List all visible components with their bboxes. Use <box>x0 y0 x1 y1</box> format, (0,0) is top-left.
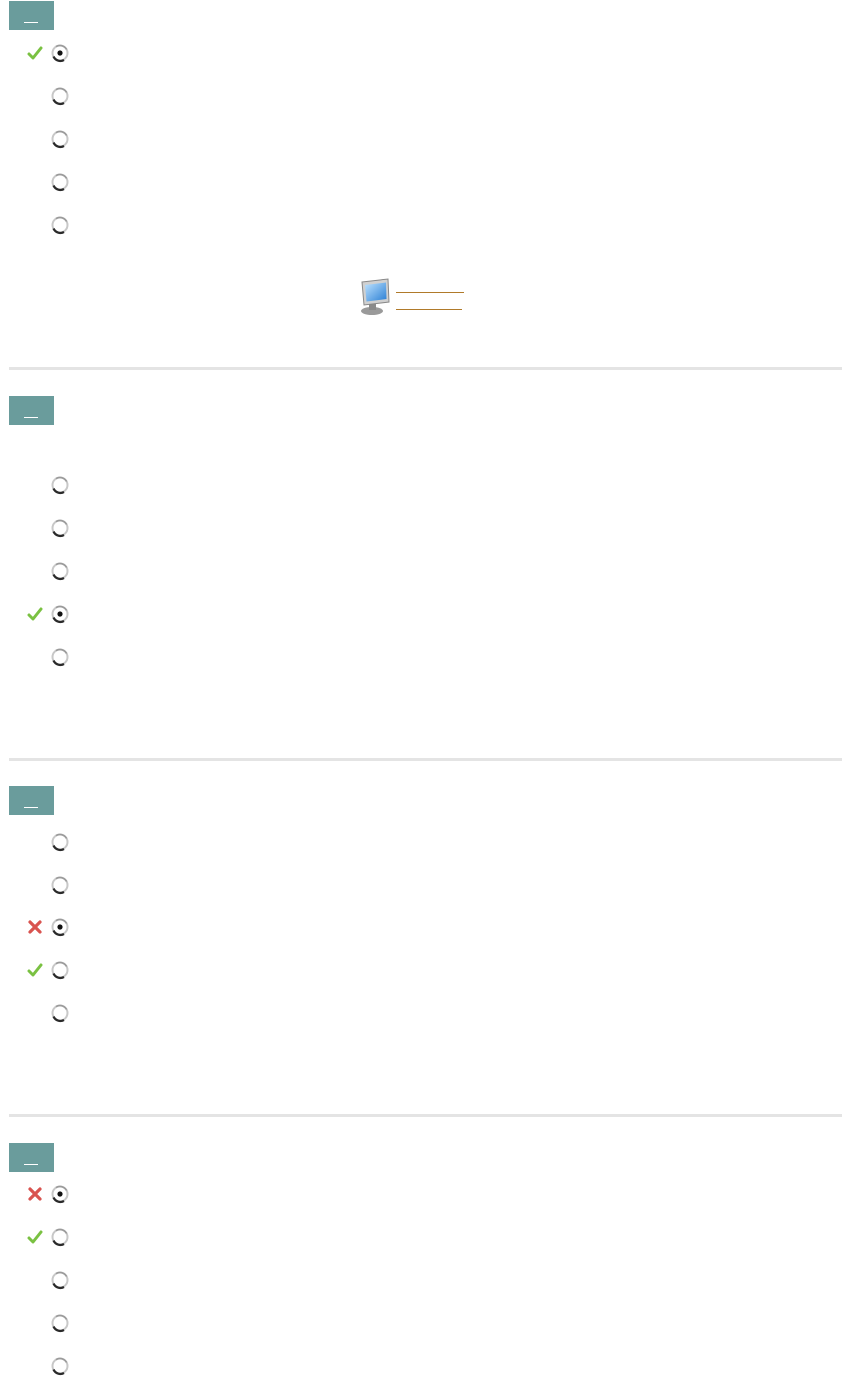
radio-selected[interactable] <box>50 917 72 939</box>
answer-option[interactable] <box>0 1313 851 1343</box>
answer-option[interactable] <box>0 215 851 245</box>
check-icon <box>27 962 43 978</box>
monitor-icon <box>361 278 390 315</box>
answer-option[interactable] <box>0 917 851 947</box>
radio-unselected[interactable] <box>50 647 72 669</box>
question-number <box>24 807 38 808</box>
answer-option[interactable] <box>0 1227 851 1257</box>
radio-unselected[interactable] <box>50 1270 72 1292</box>
radio-selected[interactable] <box>50 604 72 626</box>
answer-option[interactable] <box>0 518 851 548</box>
answer-option[interactable] <box>0 1270 851 1300</box>
question-number <box>24 1164 38 1165</box>
answer-option[interactable] <box>0 960 851 990</box>
answer-option[interactable] <box>0 172 851 202</box>
question-number-badge <box>9 786 54 815</box>
radio-unselected[interactable] <box>50 1313 72 1335</box>
question-number-badge <box>9 1 54 30</box>
check-icon <box>27 45 43 61</box>
question-number <box>24 22 38 23</box>
question-divider <box>9 758 842 761</box>
help-link-line-1[interactable] <box>396 292 464 293</box>
help-link[interactable] <box>358 278 478 318</box>
answer-option[interactable] <box>0 604 851 634</box>
answer-option[interactable] <box>0 129 851 159</box>
check-icon <box>27 606 43 622</box>
radio-unselected[interactable] <box>50 875 72 897</box>
question-number <box>24 417 38 418</box>
radio-unselected[interactable] <box>50 1227 72 1249</box>
cross-icon <box>27 919 43 935</box>
answer-option[interactable] <box>0 647 851 677</box>
radio-unselected[interactable] <box>50 86 72 108</box>
radio-unselected[interactable] <box>50 172 72 194</box>
question-divider <box>9 367 842 370</box>
answer-option[interactable] <box>0 475 851 505</box>
question-number-badge <box>9 1143 54 1172</box>
question-number-badge <box>9 396 54 425</box>
radio-selected[interactable] <box>50 1184 72 1206</box>
radio-selected[interactable] <box>50 43 72 65</box>
answer-option[interactable] <box>0 1003 851 1033</box>
radio-unselected[interactable] <box>50 1003 72 1025</box>
answer-option[interactable] <box>0 561 851 591</box>
radio-unselected[interactable] <box>50 561 72 583</box>
help-link-line-2[interactable] <box>396 309 462 310</box>
answer-option[interactable] <box>0 43 851 73</box>
radio-unselected[interactable] <box>50 518 72 540</box>
cross-icon <box>27 1186 43 1202</box>
radio-unselected[interactable] <box>50 129 72 151</box>
answer-option[interactable] <box>0 86 851 116</box>
question-divider <box>9 1114 842 1117</box>
radio-unselected[interactable] <box>50 1356 72 1378</box>
answer-option[interactable] <box>0 1184 851 1214</box>
radio-unselected[interactable] <box>50 832 72 854</box>
radio-unselected[interactable] <box>50 475 72 497</box>
answer-option[interactable] <box>0 1356 851 1386</box>
radio-unselected[interactable] <box>50 215 72 237</box>
answer-option[interactable] <box>0 832 851 862</box>
radio-unselected[interactable] <box>50 960 72 982</box>
answer-option[interactable] <box>0 875 851 905</box>
check-icon <box>27 1229 43 1245</box>
